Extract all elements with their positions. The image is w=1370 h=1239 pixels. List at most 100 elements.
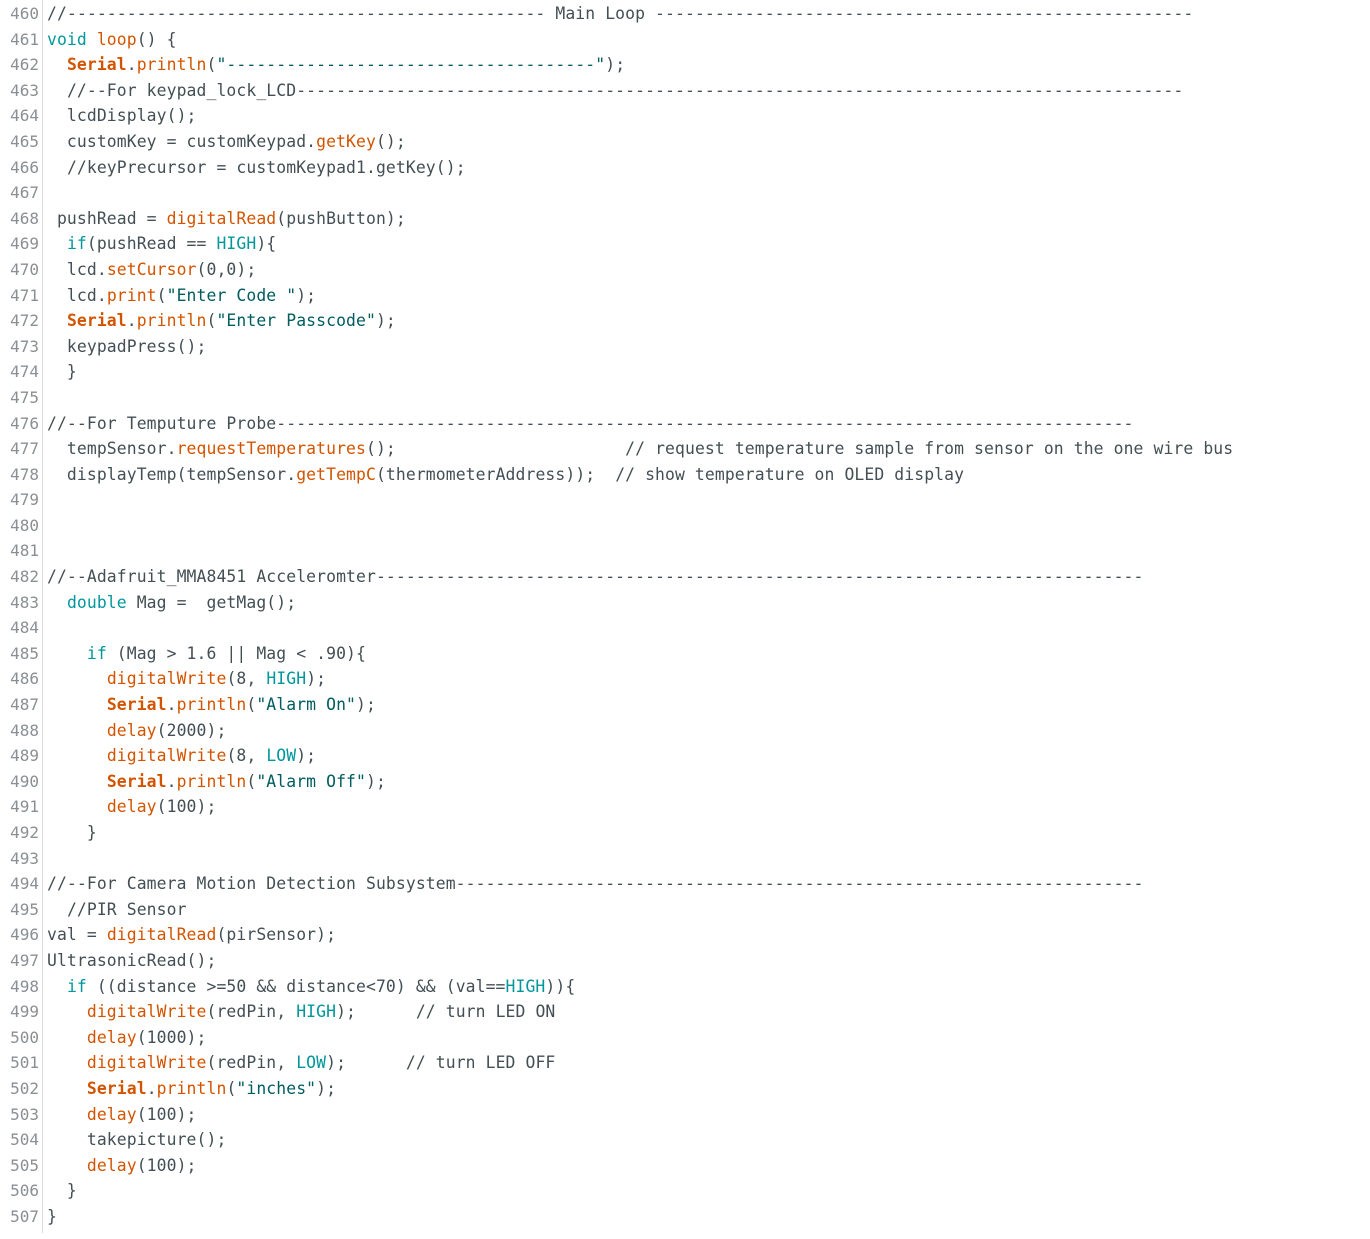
code-line[interactable]: 482 //--Adafruit_MMA8451 Acceleromter----… bbox=[0, 564, 1370, 590]
code-editor[interactable]: 460 //-----------------------------------… bbox=[0, 0, 1370, 1233]
code-token-comment: // show temperature on OLED display bbox=[615, 464, 965, 484]
code-line[interactable]: 500 delay(1000); bbox=[0, 1025, 1370, 1051]
code-text: delay(1000); bbox=[47, 1025, 207, 1051]
code-line[interactable]: 485 if (Mag > 1.6 || Mag < .90){ bbox=[0, 641, 1370, 667]
code-line[interactable]: 492 } bbox=[0, 820, 1370, 846]
line-number: 488 bbox=[10, 720, 39, 740]
code-line[interactable]: 489 digitalWrite(8, LOW); bbox=[0, 743, 1370, 769]
code-token-class: Serial bbox=[106, 771, 167, 791]
code-line[interactable]: 503 delay(100); bbox=[0, 1102, 1370, 1128]
code-token-func: println bbox=[136, 311, 207, 331]
code-token-text: ); bbox=[316, 1078, 337, 1098]
code-text: delay(100); bbox=[47, 1102, 197, 1128]
code-token-comment: //--------------------------------------… bbox=[47, 4, 1194, 23]
code-line[interactable]: 465 customKey = customKeypad.getKey(); bbox=[0, 129, 1370, 155]
code-line[interactable]: 490 Serial.println("Alarm Off"); bbox=[0, 769, 1370, 795]
code-line[interactable]: 481 bbox=[0, 538, 1370, 564]
code-line[interactable]: 487 Serial.println("Alarm On"); bbox=[0, 692, 1370, 718]
code-text: } bbox=[47, 820, 97, 846]
code-token-text: Mag = getMag(); bbox=[126, 592, 297, 612]
code-text: double Mag = getMag(); bbox=[47, 590, 296, 616]
code-line[interactable]: 488 delay(2000); bbox=[0, 718, 1370, 744]
code-line[interactable]: 480 bbox=[0, 513, 1370, 539]
code-line[interactable]: 498 if ((distance >=50 && distance<70) &… bbox=[0, 974, 1370, 1000]
code-token-func: delay bbox=[86, 1027, 137, 1047]
line-number: 489 bbox=[10, 746, 39, 766]
code-line[interactable]: 496 val = digitalRead(pirSensor); bbox=[0, 922, 1370, 948]
code-line[interactable]: 483 double Mag = getMag(); bbox=[0, 590, 1370, 616]
line-number: 460 bbox=[10, 4, 39, 23]
code-text: lcdDisplay(); bbox=[47, 103, 197, 129]
code-token-comment: // turn LED OFF bbox=[405, 1053, 556, 1073]
line-number: 475 bbox=[10, 387, 39, 407]
code-token-string: "Enter Passcode" bbox=[216, 311, 376, 331]
code-token-const: LOW bbox=[296, 1053, 327, 1073]
code-line[interactable]: 467 bbox=[0, 180, 1370, 206]
code-token-text: UltrasonicRead(); bbox=[47, 950, 217, 970]
code-line[interactable]: 461 void loop() { bbox=[0, 27, 1370, 53]
code-line[interactable]: 507} bbox=[0, 1204, 1370, 1230]
code-token-text: ); bbox=[356, 695, 376, 715]
code-line[interactable]: 476 //--For Temputure Probe--------------… bbox=[0, 411, 1370, 437]
code-token-text: (); bbox=[366, 439, 626, 459]
code-text: //keyPrecursor = customKeypad1.getKey(); bbox=[47, 155, 466, 181]
code-token-func: getTempC bbox=[296, 464, 376, 484]
line-number: 471 bbox=[10, 285, 39, 305]
code-token-func: digitalRead bbox=[166, 208, 277, 228]
code-line[interactable]: 491 delay(100); bbox=[0, 794, 1370, 820]
code-line[interactable]: 495 //PIR Sensor bbox=[0, 897, 1370, 923]
code-line[interactable]: 463 //--For keypad_lock_LCD-------------… bbox=[0, 78, 1370, 104]
code-line[interactable]: 474 } bbox=[0, 359, 1370, 385]
code-line[interactable]: 462 Serial.println("--------------------… bbox=[0, 52, 1370, 78]
line-number: 477 bbox=[10, 439, 39, 459]
code-line[interactable]: 472 Serial.println("Enter Passcode"); bbox=[0, 308, 1370, 334]
code-line[interactable]: 479 bbox=[0, 487, 1370, 513]
code-token-text: . bbox=[146, 1078, 157, 1098]
code-line[interactable]: 477 tempSensor.requestTemperatures(); //… bbox=[0, 436, 1370, 462]
code-line[interactable]: 484 bbox=[0, 615, 1370, 641]
code-token-text: (redPin, bbox=[206, 1002, 297, 1022]
code-token-text: (Mag > 1.6 || Mag < .90){ bbox=[106, 643, 366, 663]
code-token-text: . bbox=[166, 695, 177, 715]
code-line[interactable]: 469 if(pushRead == HIGH){ bbox=[0, 231, 1370, 257]
code-text: Serial.println("Alarm On"); bbox=[47, 692, 376, 718]
code-text: delay(2000); bbox=[47, 718, 227, 744]
code-token-text: ); bbox=[605, 55, 626, 75]
code-line[interactable]: 499 digitalWrite(redPin, HIGH); // turn … bbox=[0, 999, 1370, 1025]
code-token-const: LOW bbox=[266, 746, 297, 766]
code-line[interactable]: 475 bbox=[0, 385, 1370, 411]
code-token-text: pushRead = bbox=[47, 208, 167, 228]
code-line[interactable]: 486 digitalWrite(8, HIGH); bbox=[0, 666, 1370, 692]
code-line[interactable]: 497 UltrasonicRead(); bbox=[0, 948, 1370, 974]
code-line[interactable]: 494 //--For Camera Motion Detection Subsy… bbox=[0, 871, 1370, 897]
code-line[interactable]: 493 bbox=[0, 846, 1370, 872]
code-token-text: ); bbox=[306, 669, 327, 689]
code-line[interactable]: 470 lcd.setCursor(0,0); bbox=[0, 257, 1370, 283]
code-token-comment: // request temperature sample from senso… bbox=[625, 439, 1234, 459]
code-line[interactable]: 504 takepicture(); bbox=[0, 1127, 1370, 1153]
code-token-comment: //--For Camera Motion Detection Subsyste… bbox=[47, 874, 1144, 894]
code-token-func: print bbox=[106, 285, 157, 305]
code-line[interactable]: 471 lcd.print("Enter Code "); bbox=[0, 283, 1370, 309]
code-line[interactable]: 468 pushRead = digitalRead(pushButton); bbox=[0, 206, 1370, 232]
line-number: 491 bbox=[10, 797, 39, 817]
code-token-text: (100); bbox=[136, 1155, 197, 1175]
code-line[interactable]: 502 Serial.println("inches"); bbox=[0, 1076, 1370, 1102]
code-line[interactable]: 501 digitalWrite(redPin, LOW); // turn L… bbox=[0, 1050, 1370, 1076]
code-line[interactable]: 460 //-----------------------------------… bbox=[0, 1, 1370, 27]
code-token-string: "Alarm On" bbox=[256, 695, 357, 715]
code-line[interactable]: 505 delay(100); bbox=[0, 1153, 1370, 1179]
code-text: delay(100); bbox=[47, 1153, 197, 1179]
code-text: val = digitalRead(pirSensor); bbox=[47, 922, 336, 948]
code-line[interactable]: 506 } bbox=[0, 1178, 1370, 1204]
line-number: 478 bbox=[10, 464, 39, 484]
code-line[interactable]: 473 keypadPress(); bbox=[0, 334, 1370, 360]
code-line[interactable]: 466 //keyPrecursor = customKeypad1.getKe… bbox=[0, 155, 1370, 181]
code-line[interactable]: 464 lcdDisplay(); bbox=[0, 103, 1370, 129]
code-text: digitalWrite(8, LOW); bbox=[47, 743, 316, 769]
code-line[interactable]: 478 displayTemp(tempSensor.getTempC(ther… bbox=[0, 462, 1370, 488]
